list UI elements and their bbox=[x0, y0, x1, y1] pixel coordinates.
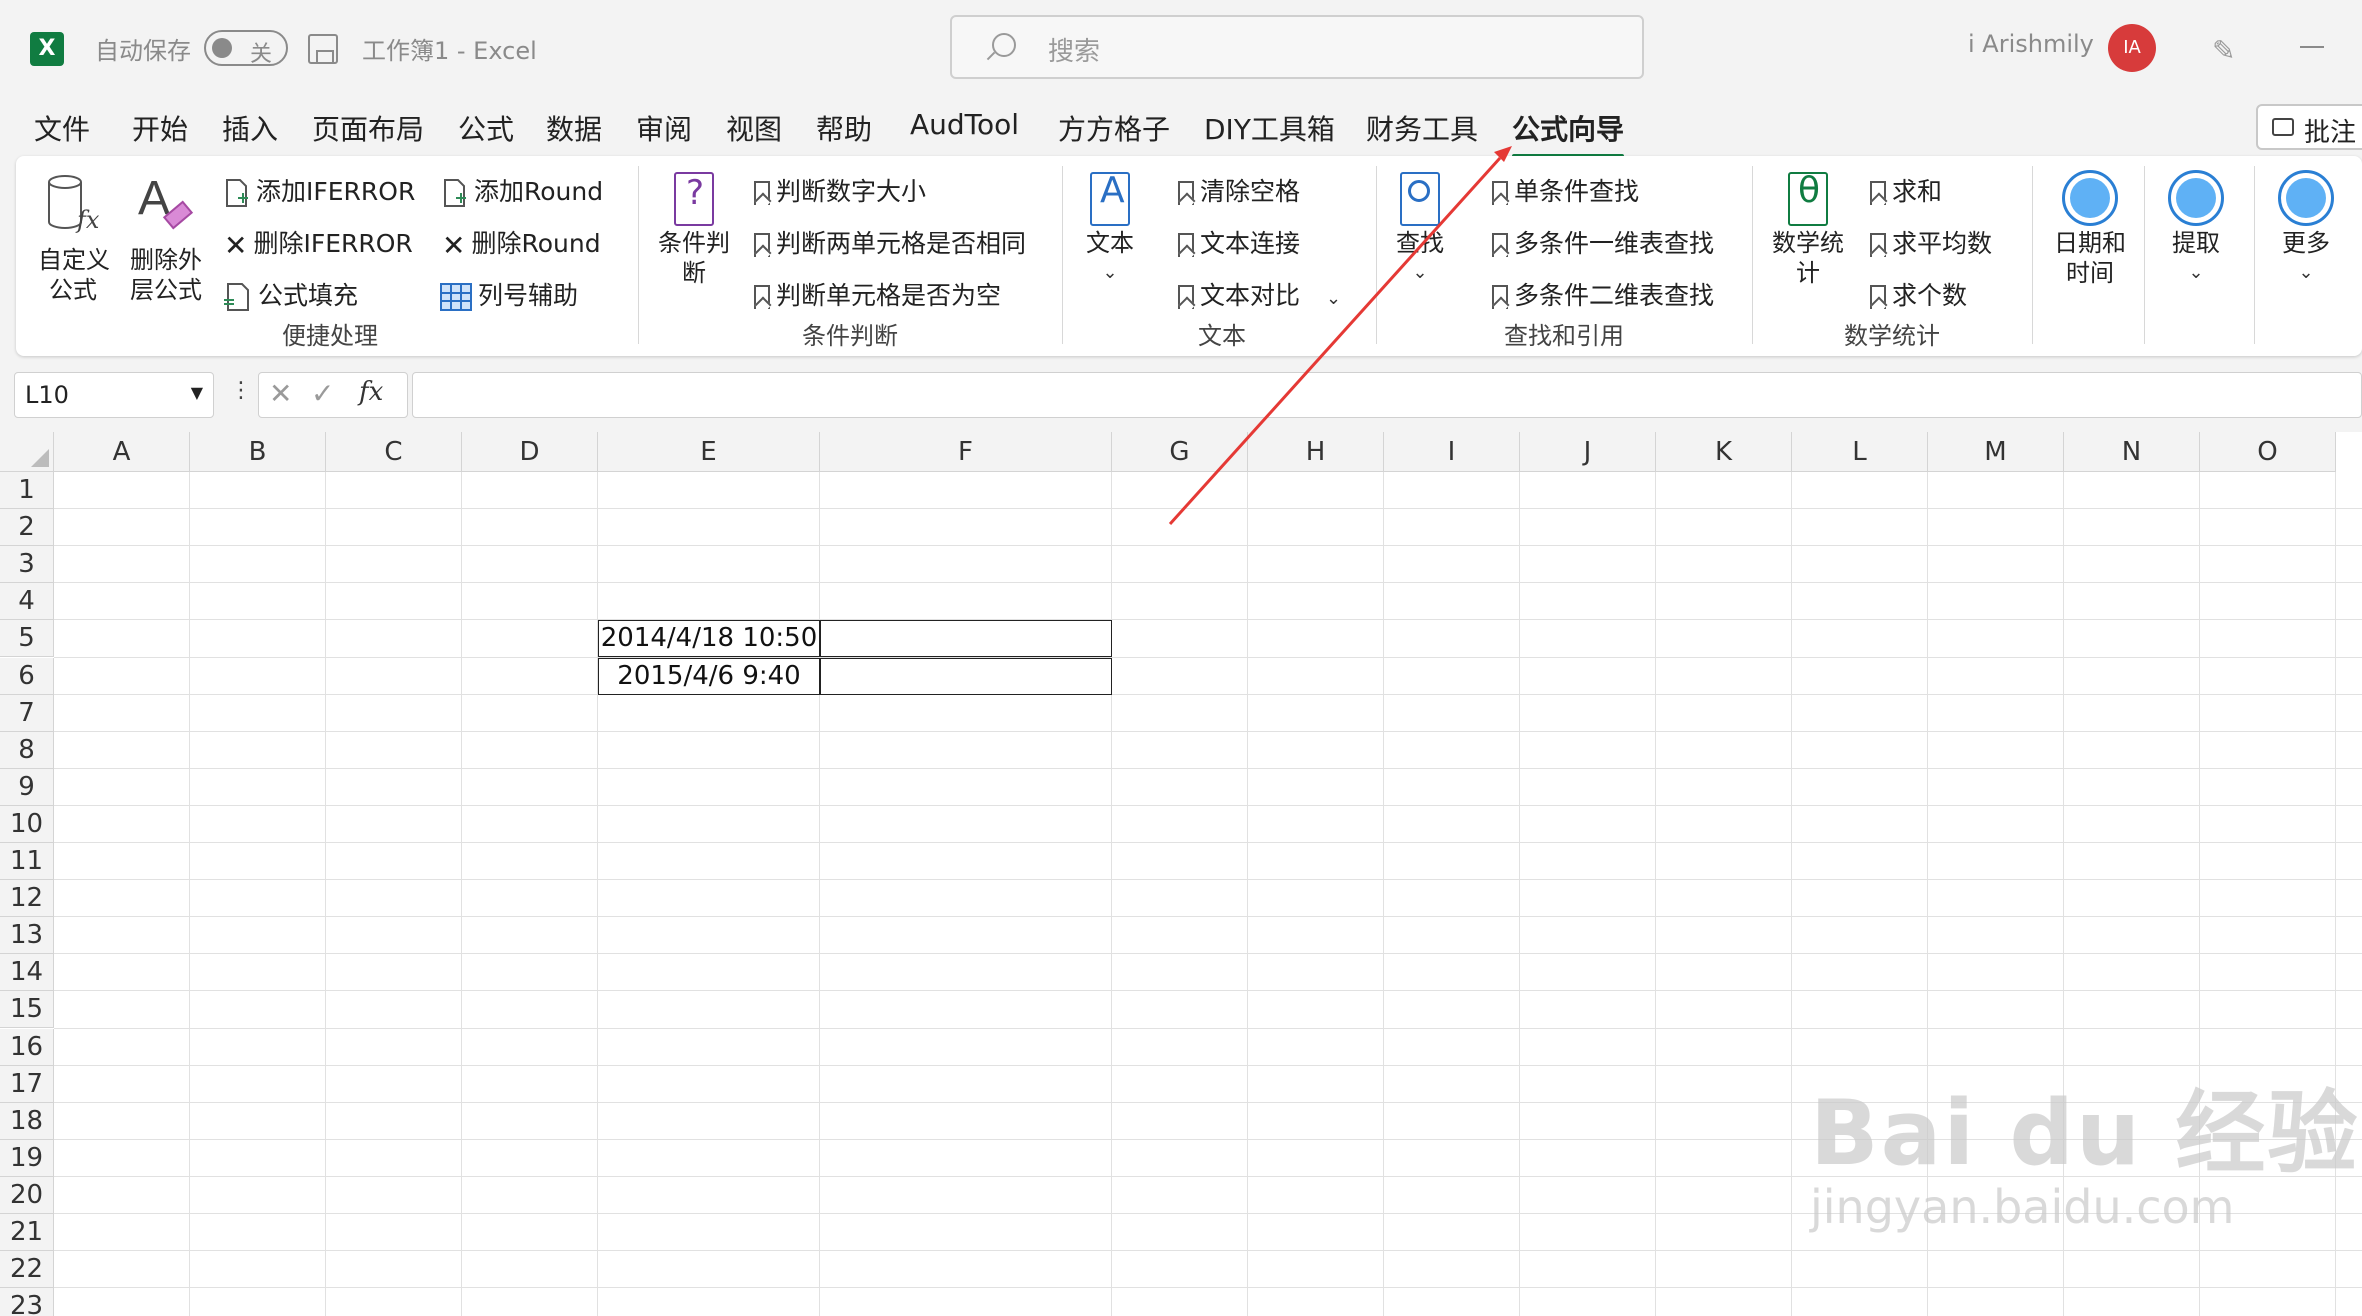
annotation-arrow bbox=[1168, 146, 1512, 526]
